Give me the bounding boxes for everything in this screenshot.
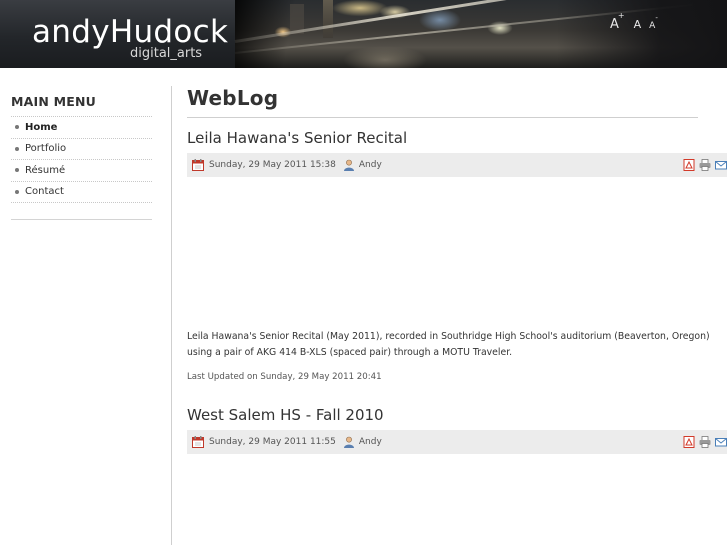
article-author: Andy bbox=[358, 160, 382, 170]
menu-item-portfolio[interactable]: Portfolio bbox=[11, 139, 152, 160]
print-icon[interactable] bbox=[699, 159, 711, 171]
user-icon bbox=[343, 159, 355, 171]
site-header: andyHudock digital_arts A+ A A- bbox=[0, 0, 727, 68]
menu-item-label: Home bbox=[25, 121, 58, 133]
menu-item-contact[interactable]: Contact bbox=[11, 182, 152, 203]
bullet-icon bbox=[15, 125, 19, 130]
font-reset-button[interactable]: A bbox=[634, 18, 642, 31]
bullet-icon bbox=[15, 146, 19, 151]
main-menu-list: Home Portfolio Résumé Contact bbox=[11, 116, 152, 203]
email-icon[interactable] bbox=[715, 436, 727, 448]
column-divider bbox=[171, 86, 172, 545]
pdf-icon[interactable] bbox=[683, 159, 695, 171]
menu-item-resume[interactable]: Résumé bbox=[11, 160, 152, 182]
menu-item-label: Contact bbox=[25, 186, 64, 198]
pdf-icon[interactable] bbox=[683, 436, 695, 448]
page-title: WebLog bbox=[187, 86, 279, 110]
menu-item-label: Portfolio bbox=[25, 143, 67, 155]
article-body: Leila Hawana's Senior Recital (May 2011)… bbox=[187, 331, 710, 358]
user-icon bbox=[343, 436, 355, 448]
header-photo bbox=[234, 0, 727, 68]
email-icon[interactable] bbox=[715, 159, 727, 171]
article-meta-bar: Sunday, 29 May 2011 11:55 Andy bbox=[187, 430, 727, 454]
article-actions bbox=[683, 436, 727, 448]
article-meta-bar: Sunday, 29 May 2011 15:38 Andy bbox=[187, 153, 727, 177]
article-author: Andy bbox=[358, 437, 382, 447]
site-logo-tagline: digital_arts bbox=[130, 46, 203, 61]
font-decrease-button[interactable]: A- bbox=[649, 14, 658, 31]
article-date: Sunday, 29 May 2011 11:55 bbox=[209, 437, 336, 447]
main-content: WebLog Leila Hawana's Senior Recital Sun… bbox=[187, 86, 727, 454]
site-logo-name[interactable]: andyHudock bbox=[32, 14, 228, 50]
bullet-icon bbox=[15, 189, 19, 194]
sidebar-divider bbox=[11, 219, 152, 220]
title-divider bbox=[187, 117, 698, 118]
article-last-updated: Last Updated on Sunday, 29 May 2011 20:4… bbox=[187, 372, 382, 382]
font-increase-button[interactable]: A+ bbox=[610, 11, 626, 32]
print-icon[interactable] bbox=[699, 436, 711, 448]
calendar-icon bbox=[192, 159, 204, 171]
menu-item-home[interactable]: Home bbox=[11, 117, 152, 139]
bullet-icon bbox=[15, 168, 19, 173]
calendar-icon bbox=[192, 436, 204, 448]
article-date: Sunday, 29 May 2011 15:38 bbox=[209, 160, 336, 170]
main-menu-title: MAIN MENU bbox=[11, 94, 96, 109]
article-title[interactable]: Leila Hawana's Senior Recital bbox=[187, 129, 407, 147]
menu-item-label: Résumé bbox=[25, 164, 66, 176]
main-menu: MAIN MENU Home Portfolio Résumé Contact bbox=[11, 94, 152, 220]
font-size-tools: A+ A A- bbox=[610, 11, 658, 32]
article-actions bbox=[683, 159, 727, 171]
article-title[interactable]: West Salem HS - Fall 2010 bbox=[187, 406, 384, 424]
